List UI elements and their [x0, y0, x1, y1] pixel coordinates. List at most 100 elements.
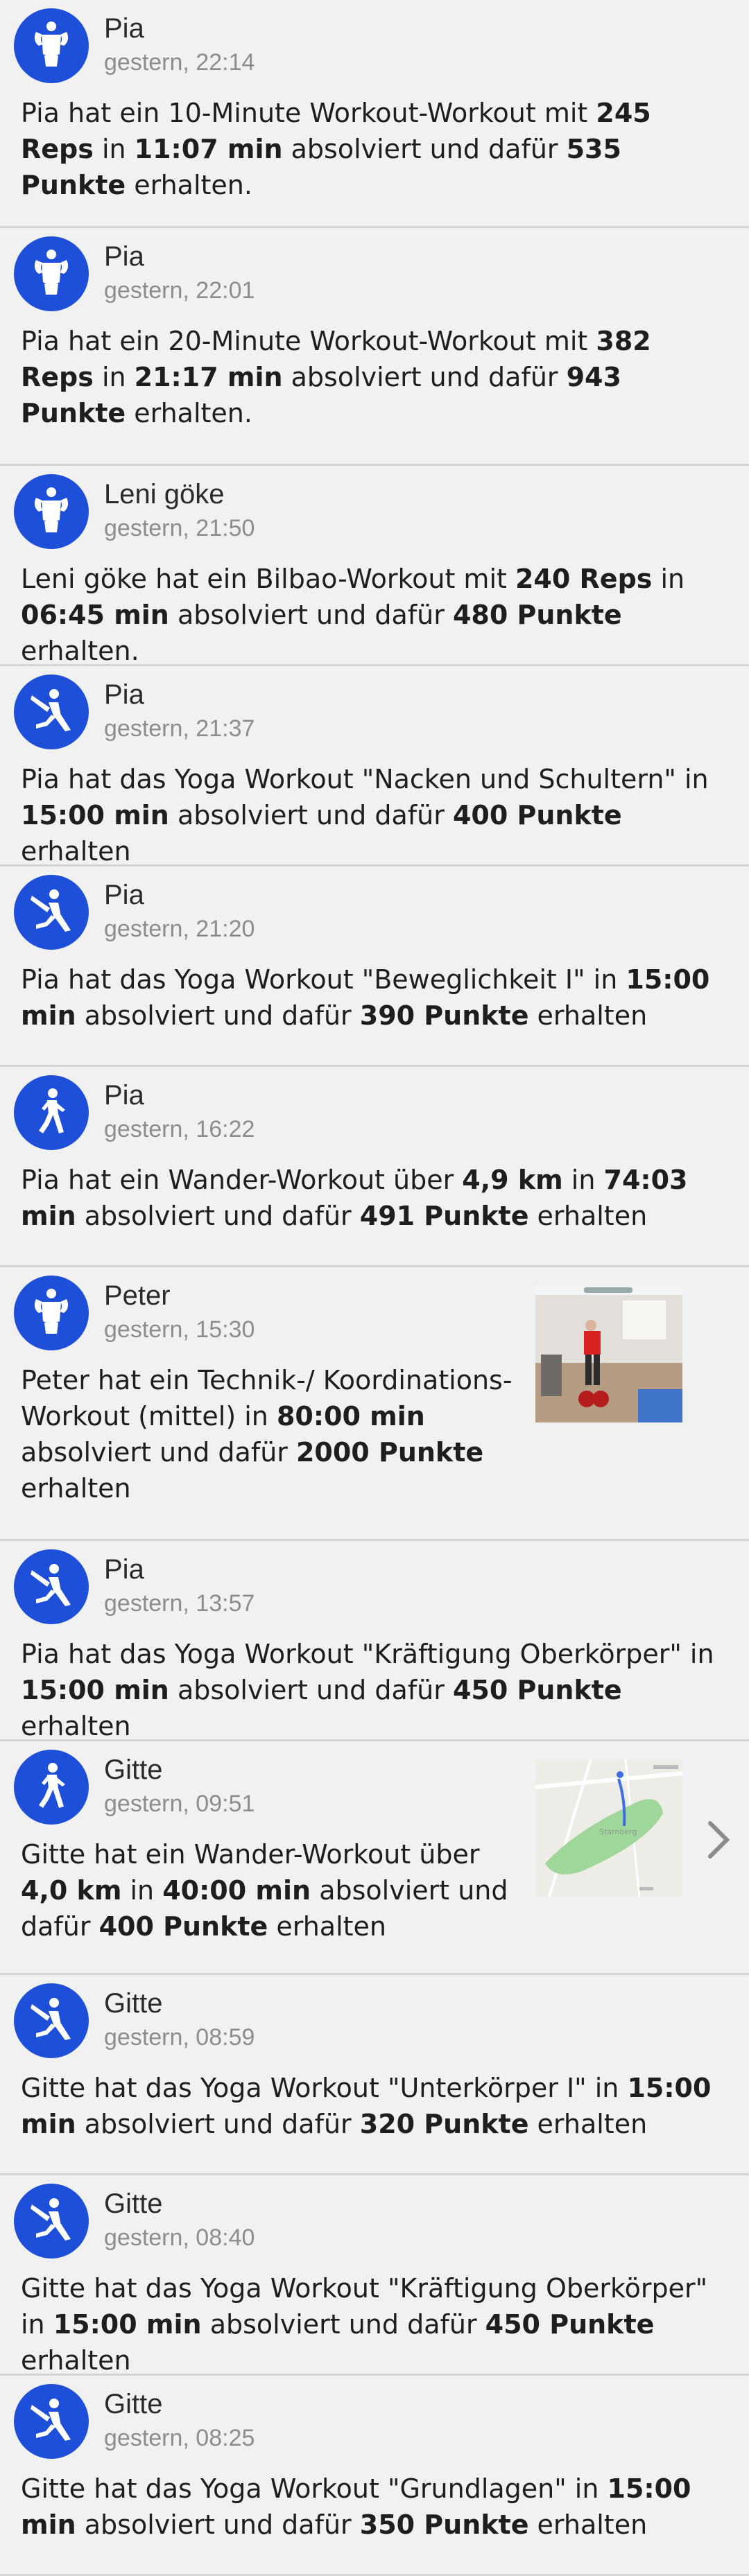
user-name[interactable]: Pia — [104, 12, 144, 44]
avatar[interactable] — [14, 675, 89, 749]
activity-text: Pia hat ein 20-Minute Workout-Workout mi… — [21, 323, 714, 431]
timestamp: gestern, 16:22 — [104, 1116, 255, 1142]
avatar[interactable] — [14, 1549, 89, 1624]
feed-item[interactable]: Pia gestern, 21:37 Pia hat das Yoga Workou… — [0, 666, 749, 867]
highlight-value: 320 Punkte — [359, 2109, 529, 2139]
feed-item[interactable]: Pia gestern, 22:01 Pia hat ein 20-Minute W… — [0, 228, 749, 466]
highlight-value: 450 Punkte — [485, 2309, 655, 2340]
user-name[interactable]: Pia — [104, 879, 144, 911]
feed-item[interactable]: Pia gestern, 21:20 Pia hat das Yoga Workou… — [0, 867, 749, 1067]
timestamp: gestern, 08:59 — [104, 2024, 255, 2051]
workout-photo-thumbnail[interactable] — [535, 1285, 682, 1422]
feed-item[interactable]: Pia gestern, 22:14 Pia hat ein 10-Minute W… — [0, 0, 749, 228]
text-fragment: Peter hat ein Technik-/ Koordinations-Wo… — [21, 1365, 513, 1431]
user-name[interactable]: Gitte — [104, 2188, 162, 2220]
text-fragment: absolviert und dafür — [76, 2509, 360, 2540]
avatar[interactable] — [14, 8, 89, 83]
strength-icon — [26, 247, 76, 301]
highlight-value: 4,9 km — [462, 1165, 563, 1195]
avatar[interactable] — [14, 1075, 89, 1150]
strength-icon — [26, 485, 76, 539]
text-fragment: in — [562, 1165, 604, 1195]
user-name[interactable]: Gitte — [104, 2388, 162, 2420]
avatar[interactable] — [14, 1750, 89, 1825]
highlight-value: 350 Punkte — [359, 2509, 529, 2540]
text-fragment: in — [93, 362, 135, 392]
text-fragment: Leni göke hat ein Bilbao-Workout mit — [21, 564, 515, 594]
timestamp: gestern, 13:57 — [104, 1590, 255, 1617]
avatar[interactable] — [14, 1276, 89, 1350]
activity-text: Pia hat das Yoga Workout "Beweglichkeit … — [21, 961, 714, 1034]
text-fragment: absolviert und dafür — [282, 362, 567, 392]
user-name[interactable]: Pia — [104, 1079, 144, 1111]
timestamp: gestern, 22:14 — [104, 49, 255, 76]
text-fragment: Gitte hat das Yoga Workout "Grundlagen" … — [21, 2473, 608, 2504]
text-fragment: absolviert und dafür — [169, 800, 453, 830]
highlight-value: 2000 Punkte — [295, 1437, 484, 1468]
text-fragment: in — [93, 134, 135, 164]
highlight-value: 240 Reps — [515, 564, 653, 594]
highlight-value: 400 Punkte — [98, 1911, 268, 1942]
avatar[interactable] — [14, 875, 89, 950]
highlight-value: 400 Punkte — [452, 800, 622, 830]
text-fragment: absolviert und dafür — [76, 1201, 360, 1231]
feed-item[interactable]: Gitte gestern, 09:51 Gitte hat ein Wander-… — [0, 1741, 749, 1975]
user-name[interactable]: Pia — [104, 1554, 144, 1585]
text-fragment: erhalten. — [126, 170, 252, 200]
feed-item[interactable]: Gitte gestern, 08:59 Gitte hat das Yoga Wo… — [0, 1975, 749, 2175]
text-fragment: Pia hat das Yoga Workout "Nacken und Sch… — [21, 764, 709, 794]
text-fragment: Gitte hat das Yoga Workout "Unterkörper … — [21, 2073, 628, 2103]
user-name[interactable]: Peter — [104, 1280, 171, 1312]
text-fragment: absolviert und dafür — [282, 134, 567, 164]
activity-text: Leni göke hat ein Bilbao-Workout mit 240… — [21, 561, 714, 669]
timestamp: gestern, 08:25 — [104, 2425, 255, 2451]
user-name[interactable]: Pia — [104, 241, 144, 272]
avatar[interactable] — [14, 2184, 89, 2259]
text-fragment: erhalten — [528, 2109, 648, 2139]
feed-item[interactable]: Pia gestern, 13:57 Pia hat das Yoga Workou… — [0, 1541, 749, 1741]
feed-item[interactable]: Gitte gestern, 08:25 Gitte hat das Yoga Wo… — [0, 2376, 749, 2576]
highlight-value: 390 Punkte — [359, 1000, 529, 1031]
activity-text: Gitte hat das Yoga Workout "Grundlagen" … — [21, 2471, 714, 2543]
timestamp: gestern, 21:50 — [104, 515, 255, 541]
avatar[interactable] — [14, 236, 89, 311]
text-fragment: erhalten — [21, 836, 131, 867]
route-map-thumbnail[interactable]: Starnberg — [535, 1759, 682, 1897]
hiking-icon — [26, 1086, 76, 1140]
user-name[interactable]: Pia — [104, 679, 144, 711]
activity-feed: Pia gestern, 22:14 Pia hat ein 10-Minute W… — [0, 0, 749, 2576]
activity-text: Pia hat ein 10-Minute Workout-Workout mi… — [21, 95, 714, 203]
text-fragment: absolviert und dafür — [76, 2109, 360, 2139]
timestamp: gestern, 22:01 — [104, 277, 255, 304]
text-fragment: erhalten — [528, 1000, 648, 1031]
feed-item[interactable]: Leni göke gestern, 21:50 Leni göke hat ein… — [0, 466, 749, 666]
yoga-icon — [26, 2195, 76, 2248]
feed-item[interactable]: Peter gestern, 15:30 Peter hat ein Technik… — [0, 1267, 749, 1541]
yoga-icon — [26, 1994, 76, 2048]
highlight-value: 4,0 km — [21, 1875, 122, 1906]
user-name[interactable]: Gitte — [104, 1754, 162, 1786]
text-fragment: Pia hat das Yoga Workout "Beweglichkeit … — [21, 964, 626, 995]
activity-text: Gitte hat ein Wander-Workout über 4,0 km… — [21, 1836, 513, 1944]
feed-item[interactable]: Pia gestern, 16:22 Pia hat ein Wander-Work… — [0, 1067, 749, 1267]
text-fragment: erhalten — [21, 1711, 131, 1741]
highlight-value: 491 Punkte — [359, 1201, 529, 1231]
chevron-right-icon[interactable] — [705, 1818, 732, 1862]
activity-text: Peter hat ein Technik-/ Koordinations-Wo… — [21, 1362, 513, 1506]
avatar[interactable] — [14, 1983, 89, 2058]
highlight-value: 80:00 min — [276, 1401, 425, 1431]
timestamp: gestern, 21:37 — [104, 715, 255, 742]
highlight-value: 40:00 min — [162, 1875, 311, 1906]
user-name[interactable]: Gitte — [104, 1987, 162, 2019]
svg-text:Starnberg: Starnberg — [599, 1827, 637, 1836]
text-fragment: Pia hat ein Wander-Workout über — [21, 1165, 463, 1195]
highlight-value: 15:00 min — [21, 800, 169, 830]
avatar[interactable] — [14, 474, 89, 549]
strength-icon — [26, 1287, 76, 1340]
timestamp: gestern, 08:40 — [104, 2225, 255, 2251]
avatar[interactable] — [14, 2384, 89, 2459]
user-name[interactable]: Leni göke — [104, 478, 224, 510]
feed-item[interactable]: Gitte gestern, 08:40 Gitte hat das Yoga Wo… — [0, 2175, 749, 2376]
highlight-value: 15:00 min — [21, 1675, 169, 1705]
text-fragment: in — [652, 564, 685, 594]
